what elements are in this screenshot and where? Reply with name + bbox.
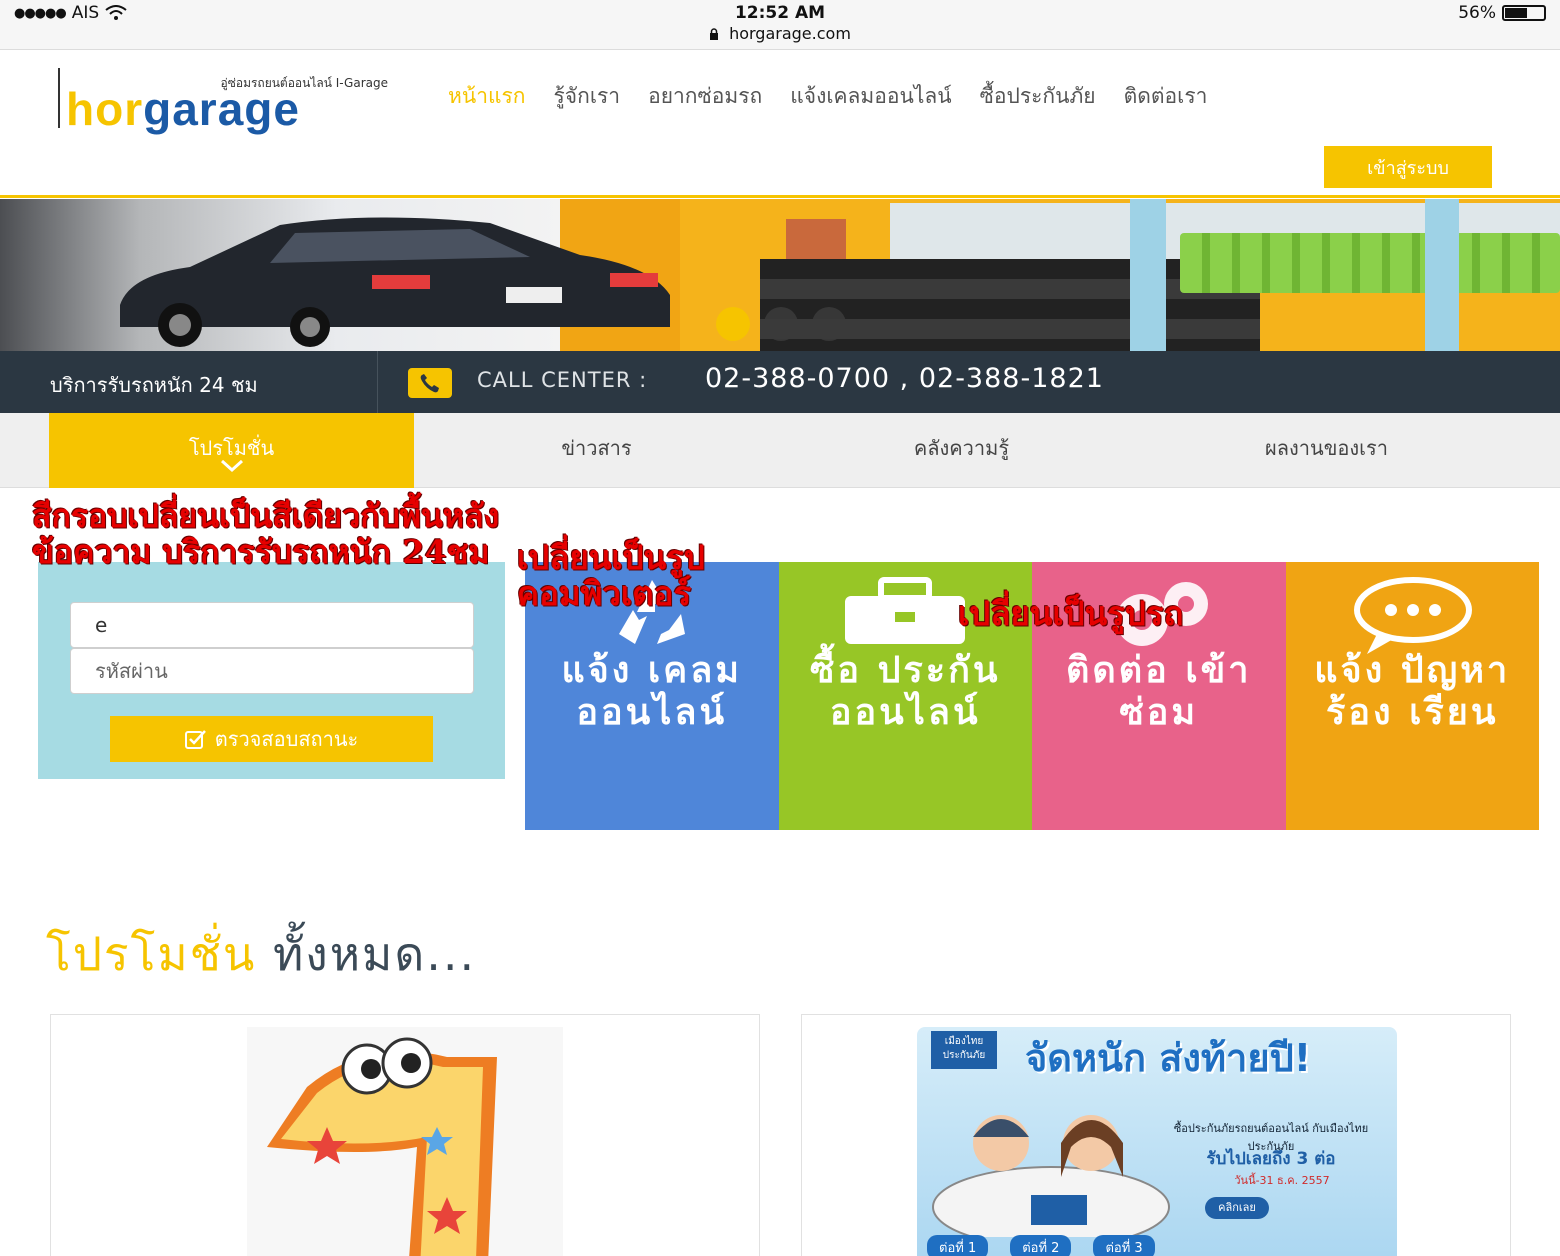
battery-percent: 56% bbox=[1458, 3, 1496, 23]
phone-icon bbox=[408, 368, 452, 398]
hero-bench bbox=[1180, 233, 1560, 293]
promo-step: ต่อที่ 3 bbox=[1093, 1235, 1155, 1256]
checkbox-icon bbox=[184, 730, 206, 749]
battery-level bbox=[1505, 8, 1528, 18]
annotation-car-image: เปลี่ยนเป็นรูปรถ bbox=[958, 594, 1184, 633]
promo-image-number-one bbox=[247, 1027, 563, 1256]
tab-label: โปรโมชั่น bbox=[188, 436, 275, 460]
promo-click-button[interactable]: คลิกเลย bbox=[1205, 1197, 1269, 1219]
promotions-heading: โปรโมชั่น ทั้งหมด... bbox=[46, 918, 476, 991]
check-status-label: ตรวจสอบสถานะ bbox=[214, 727, 359, 751]
tab-knowledge[interactable]: คลังความรู้ bbox=[779, 413, 1144, 488]
service-24h-box: บริการรับรถหนัก 24 ชม bbox=[0, 351, 378, 413]
nav-contact[interactable]: ติดต่อเรา bbox=[1124, 80, 1208, 113]
check-status-button[interactable]: ตรวจสอบสถานะ bbox=[110, 716, 433, 762]
promo-image-insurance: เมืองไทย ประกันภัย จัดหนัก ส่งท้ายปี! ซื… bbox=[917, 1027, 1397, 1256]
nav-repair[interactable]: อยากซ่อมรถ bbox=[648, 80, 762, 113]
chevron-down-icon bbox=[220, 459, 243, 473]
promo-card[interactable]: เมืองไทย ประกันภัย จัดหนัก ส่งท้ายปี! ซื… bbox=[801, 1014, 1511, 1256]
promo-dates: วันนี้-31 ธ.ค. 2557 bbox=[1234, 1174, 1330, 1187]
battery-icon bbox=[1502, 5, 1546, 21]
nav-home[interactable]: หน้าแรก bbox=[448, 80, 526, 113]
hero-post bbox=[1425, 199, 1459, 351]
annotation-frame-color: สีกรอบเปลี่ยนเป็นสีเดียวกับพื้นหลังข้อคว… bbox=[32, 497, 500, 571]
service-24h-text: บริการรับรถหนัก 24 ชม bbox=[50, 373, 258, 397]
slider-dot[interactable] bbox=[716, 307, 750, 341]
tile-title: แจ้ง ปัญหา ร้อง เรียน bbox=[1314, 650, 1511, 733]
call-center-bar: บริการรับรถหนัก 24 ชม CALL CENTER : 02-3… bbox=[0, 351, 1560, 413]
tab-label: ข่าวสาร bbox=[561, 436, 632, 460]
slider-dot[interactable] bbox=[764, 307, 798, 341]
tile-title: แจ้ง เคลม ออนไลน์ bbox=[561, 650, 743, 733]
url-text: horgarage.com bbox=[729, 24, 851, 43]
battery-info: 56% bbox=[1458, 3, 1546, 23]
clock: 12:52 AM bbox=[734, 3, 826, 23]
promo-card[interactable] bbox=[50, 1014, 760, 1256]
promo-offer: รับไปเลยถึง 3 ต่อ bbox=[1206, 1149, 1336, 1169]
hero-slider bbox=[0, 199, 1560, 351]
call-center-label: CALL CENTER : bbox=[477, 368, 648, 392]
promo-steps: ต่อที่ 1 ต่อที่ 2 ต่อที่ 3 bbox=[927, 1235, 1155, 1256]
tile-title: ติดต่อ เข้าซ่อม bbox=[1066, 650, 1252, 733]
tab-news[interactable]: ข่าวสาร bbox=[414, 413, 779, 488]
tab-label: ผลงานของเรา bbox=[1265, 436, 1388, 460]
tab-promotions[interactable]: โปรโมชั่น bbox=[49, 413, 414, 488]
content-tabs: โปรโมชั่น ข่าวสาร คลังความรู้ ผลงานของเร… bbox=[0, 413, 1560, 488]
promo-step: ต่อที่ 2 bbox=[1010, 1235, 1072, 1256]
logo-part-hor: hor bbox=[66, 83, 144, 135]
annotation-computer-image: เปลี่ยนเป็นรูปคอมพิวเตอร์ bbox=[517, 538, 705, 613]
slider-dot[interactable] bbox=[812, 307, 846, 341]
logo-part-garage: garage bbox=[143, 83, 300, 135]
site-logo[interactable]: อู่ซ่อมรถยนต์ออนไลน์ I-Garage horgarage bbox=[58, 68, 388, 135]
nav-buy-insurance[interactable]: ซื้อประกันภัย bbox=[980, 80, 1096, 113]
status-check-panel: ตรวจสอบสถานะ bbox=[38, 562, 505, 779]
promo-step: ต่อที่ 1 bbox=[927, 1235, 989, 1256]
tab-label: คลังความรู้ bbox=[913, 436, 1010, 460]
tab-our-work[interactable]: ผลงานของเรา bbox=[1144, 413, 1509, 488]
insurer-logo: เมืองไทย ประกันภัย bbox=[931, 1031, 997, 1069]
nav-about[interactable]: รู้จักเรา bbox=[554, 80, 621, 113]
login-button[interactable]: เข้าสู่ระบบ bbox=[1324, 146, 1492, 188]
hero-car-image bbox=[120, 217, 670, 347]
main-nav: หน้าแรก รู้จักเรา อยากซ่อมรถ แจ้งเคลมออน… bbox=[448, 80, 1207, 113]
username-field[interactable] bbox=[70, 602, 474, 648]
promotions-heading-highlight: โปรโมชั่น bbox=[46, 927, 257, 981]
call-center-numbers[interactable]: 02-388-0700 , 02-388-1821 bbox=[705, 363, 1104, 394]
promotions-heading-rest: ทั้งหมด... bbox=[272, 927, 477, 981]
promo-headline: จัดหนัก ส่งท้ายปี! bbox=[1025, 1036, 1312, 1080]
ios-status-bar: ●●●●● AIS 12:52 AM horgarage.com 56% bbox=[0, 0, 1560, 50]
logo-wordmark: horgarage bbox=[66, 82, 300, 136]
lock-icon bbox=[710, 28, 719, 40]
site-header: อู่ซ่อมรถยนต์ออนไลน์ I-Garage horgarage … bbox=[0, 50, 1560, 198]
password-field[interactable] bbox=[70, 648, 474, 694]
address-bar[interactable]: horgarage.com bbox=[0, 24, 1560, 43]
tile-title: ซื้อ ประกัน ออนไลน์ bbox=[809, 650, 1001, 733]
slider-dots bbox=[716, 307, 846, 341]
couple-in-car-illustration bbox=[932, 1115, 1170, 1237]
nav-claim-online[interactable]: แจ้งเคลมออนไลน์ bbox=[790, 80, 951, 113]
hero-post bbox=[1130, 199, 1166, 351]
